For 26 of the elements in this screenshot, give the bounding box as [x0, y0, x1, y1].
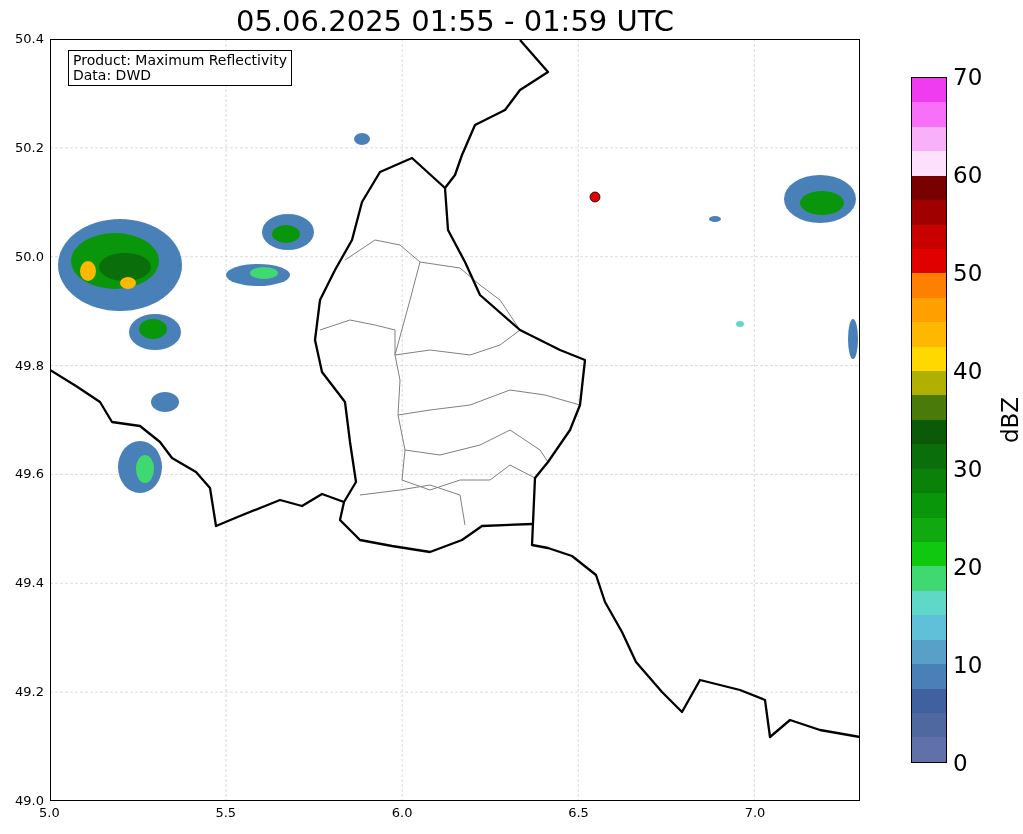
- tick-label: 60: [953, 162, 984, 188]
- tick-label: 7.0: [744, 805, 766, 821]
- tick-label: 70: [953, 64, 984, 90]
- tick-label: 30: [953, 456, 984, 482]
- tick-label: 50: [953, 260, 984, 286]
- tick-label: 10: [953, 652, 984, 678]
- tick-label: 0: [953, 750, 969, 776]
- tick-label: 6.5: [568, 805, 589, 821]
- tick-label: 50.0: [15, 248, 44, 265]
- location-marker: [589, 191, 601, 203]
- annotation-line: Product: Maximum Reflectivity: [73, 53, 287, 68]
- tick-label: 50.2: [15, 139, 44, 156]
- colorbar-label: dBZ: [997, 396, 1023, 444]
- tick-label: 49.4: [15, 575, 44, 592]
- chart-title: 05.06.2025 01:55 - 01:59 UTC: [235, 3, 675, 39]
- tick-label: 5.0: [39, 805, 60, 821]
- annotation-line: Data: DWD: [73, 68, 152, 83]
- tick-label: 49.8: [15, 357, 44, 374]
- tick-label: 49.2: [15, 684, 44, 701]
- tick-label: 5.5: [215, 805, 237, 821]
- tick-label: 20: [953, 554, 984, 580]
- tick-label: 50.4: [15, 31, 44, 47]
- tick-label: 49.0: [15, 792, 44, 808]
- tick-label: 40: [953, 358, 984, 384]
- tick-label: 6.0: [391, 805, 413, 821]
- tick-label: 49.6: [15, 466, 44, 483]
